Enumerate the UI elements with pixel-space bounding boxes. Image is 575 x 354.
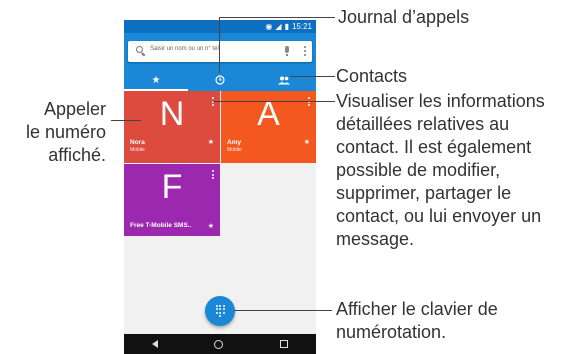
callout-visualiser-line4: possible de modifier, bbox=[336, 160, 501, 180]
star-icon: ★ bbox=[151, 74, 161, 86]
callout-appeler-line1: Appeler bbox=[43, 99, 106, 119]
contact-tile-nora[interactable]: N Nora Mobile ★ bbox=[124, 91, 220, 163]
phone-screen: ◉ ◢ ▮ 15:21 Saisir un nom ou un n° tél. … bbox=[124, 20, 316, 354]
callout-visualiser-line2: détaillées relatives au bbox=[336, 114, 510, 134]
dialpad-icon bbox=[215, 304, 225, 318]
tile-initial: F bbox=[161, 168, 183, 206]
callout-appeler-line2: le numéro bbox=[25, 122, 106, 142]
signal-icon: ◢ bbox=[275, 22, 282, 31]
status-bar: ◉ ◢ ▮ 15:21 bbox=[124, 20, 316, 33]
app-bar: Saisir un nom ou un n° tél. ★ bbox=[124, 33, 316, 91]
home-icon[interactable] bbox=[214, 339, 224, 349]
callout-journal: Journal d’appels bbox=[338, 7, 470, 27]
people-icon bbox=[278, 76, 290, 84]
callout-visualiser-line7: message. bbox=[336, 229, 415, 249]
callout-appeler: Appeler le numéro affiché. bbox=[0, 98, 106, 167]
search-input[interactable]: Saisir un nom ou un n° tél. bbox=[150, 46, 220, 52]
callout-clavier-line2: numérotation. bbox=[336, 322, 447, 342]
callout-line-appeler bbox=[111, 120, 141, 121]
search-bar[interactable]: Saisir un nom ou un n° tél. bbox=[128, 41, 312, 62]
contact-type: Mobile bbox=[227, 147, 242, 153]
callout-visualiser: Visualiser les informations détaillées r… bbox=[336, 90, 575, 251]
navigation-bar bbox=[124, 334, 316, 354]
back-icon[interactable] bbox=[152, 340, 159, 348]
more-options-icon[interactable] bbox=[308, 97, 310, 108]
contact-name: Free T-Mobile SMS.. bbox=[130, 222, 192, 229]
search-icon bbox=[136, 46, 143, 53]
callout-line-visualiser bbox=[213, 101, 335, 102]
star-icon: ★ bbox=[207, 139, 214, 146]
callout-visualiser-line1: Visualiser les informations bbox=[336, 91, 545, 111]
contact-name: Amy bbox=[227, 139, 242, 146]
star-icon: ★ bbox=[303, 139, 310, 146]
star-icon: ★ bbox=[207, 223, 214, 230]
tab-contacts[interactable] bbox=[252, 69, 316, 91]
contact-type: Mobile bbox=[130, 147, 145, 153]
callout-visualiser-line6: contact, ou lui envoyer un bbox=[336, 206, 542, 226]
callout-line-journal-h bbox=[219, 17, 335, 18]
more-options-icon[interactable] bbox=[212, 170, 214, 181]
callout-clavier: Afficher le clavier de numérotation. bbox=[336, 298, 498, 344]
nfc-icon: ◉ bbox=[265, 22, 273, 31]
tab-call-log[interactable] bbox=[188, 69, 252, 91]
recent-apps-icon[interactable] bbox=[279, 340, 288, 348]
callout-clavier-line1: Afficher le clavier de bbox=[336, 299, 498, 319]
tile-initial: N bbox=[159, 95, 185, 133]
callout-line-journal bbox=[219, 17, 220, 73]
more-options-icon[interactable] bbox=[212, 97, 214, 108]
callout-visualiser-line5: supprimer, partager le bbox=[336, 183, 512, 203]
more-options-icon[interactable] bbox=[304, 45, 307, 57]
mic-icon[interactable] bbox=[285, 46, 289, 56]
clock-icon bbox=[215, 75, 225, 85]
callout-line-clavier bbox=[234, 310, 332, 311]
tab-favorites[interactable]: ★ bbox=[124, 69, 188, 91]
contact-tile-free[interactable]: F Free T-Mobile SMS.. ★ bbox=[124, 164, 220, 236]
dialpad-button[interactable] bbox=[205, 296, 235, 326]
callout-contacts: Contacts bbox=[336, 66, 408, 86]
status-time: 15:21 bbox=[291, 22, 312, 31]
callout-line-contacts bbox=[290, 76, 335, 77]
callout-appeler-line3: affiché. bbox=[48, 145, 106, 165]
battery-icon: ▮ bbox=[284, 22, 289, 31]
tab-bar: ★ bbox=[124, 69, 316, 91]
contact-name: Nora bbox=[130, 139, 145, 146]
callout-visualiser-line3: contact. Il est également bbox=[336, 137, 532, 157]
